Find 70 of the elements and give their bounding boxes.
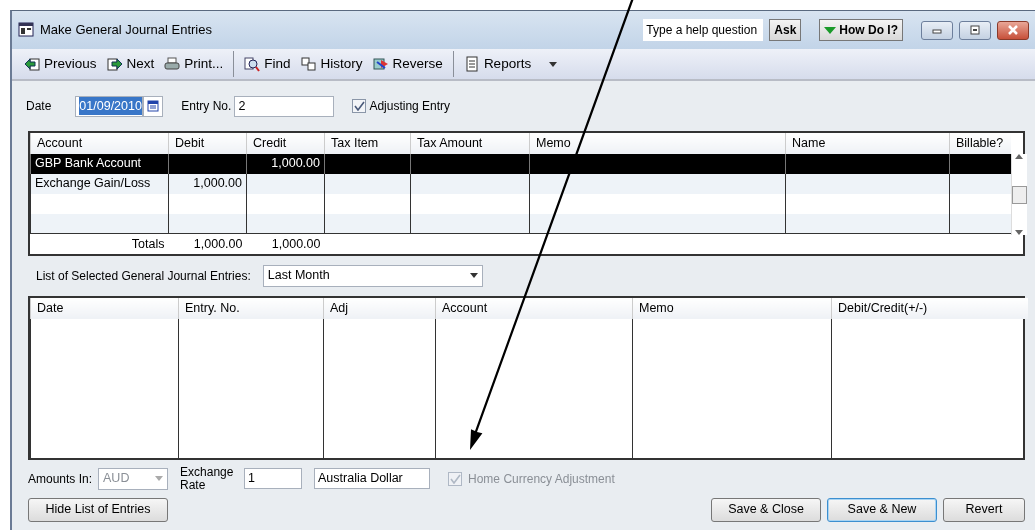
currency-name-field[interactable]: Australia Dollar <box>314 468 431 490</box>
column-header: Memo <box>632 297 832 319</box>
action-button[interactable]: Hide List of Entries <box>28 497 168 522</box>
field-label: Exchange Rate <box>180 465 235 492</box>
checkbox[interactable] <box>352 99 367 113</box>
table-cell: 1,000.00 <box>168 173 247 194</box>
maximize-icon <box>970 25 980 35</box>
action-button[interactable]: Save & Close <box>711 497 821 522</box>
arrow-left-icon <box>24 56 40 72</box>
date-field[interactable]: 01/09/2010 <box>75 95 144 117</box>
column-header: Account <box>435 297 633 319</box>
minimize-button[interactable] <box>921 20 953 40</box>
caret-icon <box>469 273 478 279</box>
close-button[interactable] <box>997 20 1029 40</box>
scroll-down-icon <box>1015 230 1023 235</box>
pages-icon <box>300 56 317 72</box>
field-label: Amounts In: <box>28 470 93 488</box>
period-dropdown[interactable]: Last Month <box>262 264 483 287</box>
toolbar-button[interactable]: Reverse <box>368 53 447 75</box>
caret-icon <box>824 25 837 35</box>
column-header: Debit/Credit(+/-) <box>831 297 1028 319</box>
scrollbar-thumb[interactable] <box>1011 185 1027 204</box>
maximize-button[interactable] <box>959 20 991 40</box>
table-cell: GBP Bank Account <box>30 153 169 174</box>
table-cell: 1,000.00 <box>246 153 325 174</box>
checkbox-label: Home Currency Adjustment <box>468 470 615 488</box>
action-button[interactable]: Revert <box>943 497 1025 522</box>
toolbar-button[interactable]: Reports <box>459 53 562 75</box>
checkbox-label: Adjusting Entry <box>369 98 451 115</box>
table-row[interactable]: Exchange Gain/Loss 1,000.00 <box>30 173 1011 194</box>
table-row[interactable]: GBP Bank Account 1,000.00 <box>30 153 1011 174</box>
toolbar-button[interactable]: Print... <box>160 53 228 75</box>
column-header: Credit <box>246 133 325 154</box>
column-header: Adj <box>323 297 436 319</box>
journal-icon <box>18 22 34 38</box>
column-header: Account <box>30 133 169 154</box>
toolbar-button[interactable]: Previous <box>20 53 101 75</box>
caret-icon <box>155 476 164 482</box>
column-header: Date <box>30 297 179 319</box>
column-header: Billable? <box>949 133 1011 154</box>
field-label: List of Selected General Journal Entries: <box>36 267 251 285</box>
how-do-i-button[interactable]: How Do I? <box>819 19 903 41</box>
toolbar-button[interactable]: Find <box>240 53 295 75</box>
document-icon <box>463 56 480 72</box>
column-header: Memo <box>529 133 786 154</box>
scroll-up-icon <box>1015 154 1023 159</box>
window-title: Make General Journal Entries <box>40 21 213 40</box>
magnifier-icon <box>244 56 261 72</box>
calendar-icon <box>147 100 160 112</box>
entry-number-field[interactable]: 2 <box>234 95 335 117</box>
column-header: Entry. No. <box>178 297 324 319</box>
column-header: Tax Amount <box>410 133 530 154</box>
close-icon <box>1008 25 1018 35</box>
arrow-right-icon <box>106 56 123 72</box>
field-label: Entry No. <box>181 98 232 115</box>
calendar-button[interactable] <box>143 95 164 117</box>
column-header: Tax Item <box>324 133 411 154</box>
toolbar-button[interactable]: History <box>296 53 367 75</box>
ask-button[interactable]: Ask <box>769 19 802 41</box>
field-label: Date <box>26 98 52 115</box>
action-button[interactable]: Save & New <box>827 497 937 522</box>
help-search-field[interactable]: Type a help question <box>643 19 764 41</box>
printer-icon <box>164 56 181 72</box>
arrows-icon <box>372 56 389 72</box>
column-header: Name <box>785 133 950 154</box>
currency-dropdown: AUD <box>98 467 169 490</box>
toolbar-button[interactable]: Next <box>102 53 159 75</box>
column-header: Debit <box>168 133 247 154</box>
exchange-rate-field[interactable]: 1 <box>244 468 303 490</box>
table-cell: Exchange Gain/Loss <box>30 173 169 194</box>
